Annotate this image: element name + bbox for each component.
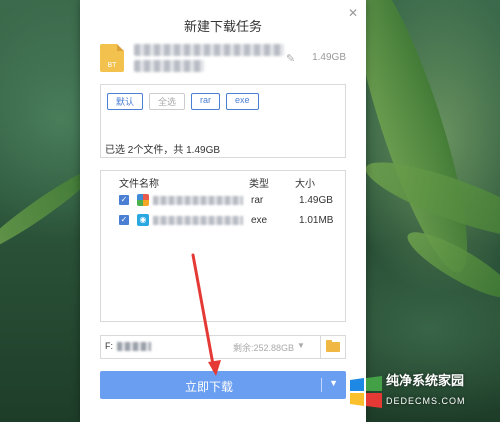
free-space: 剩余:252.88GB	[233, 343, 295, 353]
bt-file-icon: BT	[100, 44, 124, 72]
file-type: rar	[251, 195, 264, 206]
blurred-filename	[134, 60, 204, 72]
save-path-field[interactable]: F: 剩余:252.88GB ▼	[100, 335, 346, 359]
blurred-filename	[153, 216, 243, 225]
watermark-logo-icon	[350, 376, 382, 408]
new-download-dialog: 新建下载任务 ✕ BT ✎ 1.49GB 默认 全选 rar exe 已选 2个…	[80, 0, 366, 422]
file-row[interactable]: ✓ ◉ exe 1.01MB	[101, 211, 345, 231]
site-watermark: 纯净系统家园 DEDECMS.COM	[346, 368, 496, 418]
file-size: 1.01MB	[299, 215, 334, 226]
file-row[interactable]: ✓ rar 1.49GB	[101, 191, 345, 211]
chevron-down-icon[interactable]: ▼	[297, 341, 305, 350]
filter-panel: 默认 全选 rar exe 已选 2个文件，共 1.49GB	[100, 84, 346, 158]
torrent-file-row: BT ✎ 1.49GB	[100, 42, 346, 74]
chevron-down-icon[interactable]: ▼	[329, 378, 338, 388]
selection-summary: 已选 2个文件，共 1.49GB	[105, 145, 221, 156]
file-list-header: 文件名称 类型 大小	[101, 175, 345, 190]
file-size: 1.49GB	[299, 195, 333, 206]
watermark-title: 纯净系统家园	[386, 373, 465, 388]
row-checkbox[interactable]: ✓	[119, 215, 129, 225]
save-path-drive: F:	[105, 341, 113, 351]
watermark-url: DEDECMS.COM	[386, 396, 466, 406]
close-icon[interactable]: ✕	[348, 6, 358, 20]
filter-chips: 默认 全选 rar exe	[107, 93, 259, 110]
total-size: 1.49GB	[312, 52, 346, 63]
file-list: 文件名称 类型 大小 ✓ rar 1.49GB ✓ ◉ exe 1.01MB	[100, 170, 346, 322]
edit-icon[interactable]: ✎	[286, 52, 295, 65]
file-type: exe	[251, 215, 268, 226]
chip-exe[interactable]: exe	[226, 93, 259, 110]
download-now-button[interactable]: 立即下载 ▼	[100, 371, 346, 399]
blurred-filename	[153, 196, 243, 205]
folder-icon[interactable]	[320, 336, 345, 358]
button-divider	[321, 378, 322, 392]
header-name[interactable]: 文件名称	[119, 175, 159, 190]
download-button-label: 立即下载	[184, 380, 233, 394]
row-checkbox[interactable]: ✓	[119, 195, 129, 205]
chip-rar[interactable]: rar	[191, 93, 221, 110]
dialog-title: 新建下载任务	[183, 19, 262, 34]
exe-file-icon: ◉	[137, 214, 149, 226]
blurred-path	[117, 342, 151, 351]
header-type[interactable]: 类型	[249, 175, 269, 190]
chip-select-all[interactable]: 全选	[149, 93, 186, 110]
chip-default[interactable]: 默认	[107, 93, 144, 110]
header-size[interactable]: 大小	[295, 175, 315, 190]
blurred-filename	[134, 44, 284, 56]
rar-file-icon	[137, 194, 149, 206]
